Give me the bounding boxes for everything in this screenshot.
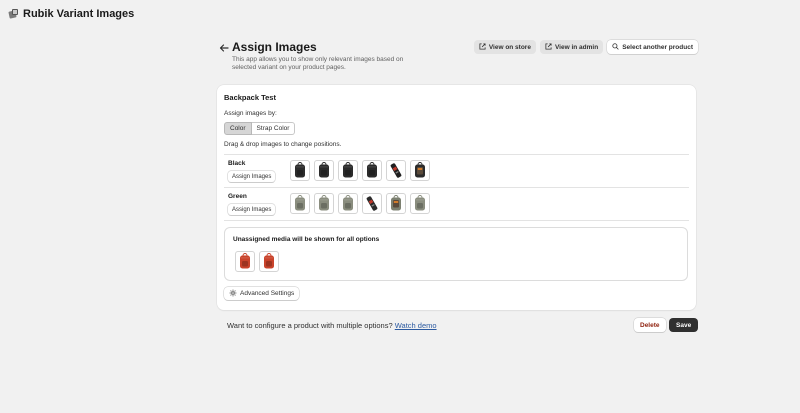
advanced-settings-label: Advanced Settings bbox=[240, 290, 295, 297]
product-thumbnail[interactable] bbox=[338, 160, 358, 181]
backpack-image bbox=[390, 163, 402, 178]
delete-button[interactable]: Delete bbox=[634, 318, 666, 332]
page-header: Assign Images This app allows you to sho… bbox=[218, 40, 698, 80]
divider bbox=[224, 220, 689, 221]
assign-images-card: Backpack Test Assign images by: Color St… bbox=[217, 85, 696, 310]
product-thumbnail[interactable] bbox=[314, 193, 334, 214]
backpack-image bbox=[343, 195, 353, 211]
backpack-image bbox=[319, 162, 329, 178]
product-thumbnail[interactable] bbox=[362, 193, 382, 214]
option-strap-color-button[interactable]: Strap Color bbox=[251, 122, 296, 135]
external-link-icon bbox=[479, 42, 486, 52]
product-thumbnail[interactable] bbox=[362, 160, 382, 181]
product-thumbnail[interactable] bbox=[290, 160, 310, 181]
backpack-image bbox=[391, 195, 401, 211]
backpack-image bbox=[295, 195, 305, 211]
view-on-store-label: View on store bbox=[488, 43, 531, 51]
variant-name: Green bbox=[228, 193, 247, 200]
backpack-image bbox=[415, 195, 425, 211]
select-another-product-label: Select another product bbox=[622, 43, 693, 51]
drag-hint: Drag & drop images to change positions. bbox=[224, 141, 342, 148]
advanced-settings-button[interactable]: Advanced Settings bbox=[224, 287, 300, 300]
search-icon bbox=[612, 42, 619, 52]
product-thumbnail[interactable] bbox=[259, 251, 279, 272]
backpack-image bbox=[319, 195, 329, 211]
view-on-store-button[interactable]: View on store bbox=[473, 40, 536, 54]
divider bbox=[224, 187, 689, 188]
watch-demo-link[interactable]: Watch demo bbox=[395, 321, 437, 330]
variant-thumbnails bbox=[290, 193, 430, 214]
header-actions: View on store View in admin Select anoth… bbox=[473, 40, 698, 54]
view-in-admin-label: View in admin bbox=[554, 43, 599, 51]
app-title: Rubik Variant Images bbox=[23, 8, 135, 20]
arrow-left-icon[interactable] bbox=[218, 42, 230, 54]
backpack-image bbox=[367, 162, 377, 178]
app-bar: Rubik Variant Images bbox=[8, 8, 135, 20]
footer-help-text: Want to configure a product with multipl… bbox=[227, 321, 393, 330]
assign-images-button[interactable]: Assign Images bbox=[228, 171, 276, 182]
backpack-image bbox=[240, 253, 250, 269]
footer-help: Want to configure a product with multipl… bbox=[227, 321, 437, 330]
product-thumbnail[interactable] bbox=[410, 160, 430, 181]
page-title: Assign Images bbox=[232, 40, 317, 54]
assign-images-button[interactable]: Assign Images bbox=[228, 204, 276, 215]
product-thumbnail[interactable] bbox=[314, 160, 334, 181]
external-link-icon bbox=[545, 42, 552, 52]
unassigned-title: Unassigned media will be shown for all o… bbox=[233, 236, 380, 243]
product-thumbnail[interactable] bbox=[235, 251, 255, 272]
variant-thumbnails bbox=[290, 160, 430, 181]
save-button[interactable]: Save bbox=[669, 318, 699, 332]
product-name: Backpack Test bbox=[224, 93, 276, 102]
unassigned-thumbnails bbox=[235, 251, 279, 272]
backpack-image bbox=[366, 196, 378, 211]
divider bbox=[224, 154, 689, 155]
unassigned-media-box: Unassigned media will be shown for all o… bbox=[224, 227, 688, 281]
product-thumbnail[interactable] bbox=[290, 193, 310, 214]
app-logo-icon bbox=[8, 9, 19, 19]
backpack-image bbox=[343, 162, 353, 178]
page-subtitle: This app allows you to show only relevan… bbox=[232, 56, 404, 71]
product-thumbnail[interactable] bbox=[410, 193, 430, 214]
backpack-image bbox=[295, 162, 305, 178]
product-thumbnail[interactable] bbox=[338, 193, 358, 214]
product-thumbnail[interactable] bbox=[386, 193, 406, 214]
select-another-product-button[interactable]: Select another product bbox=[607, 40, 698, 54]
option-color-button[interactable]: Color bbox=[224, 122, 252, 135]
option-toggle: Color Strap Color bbox=[224, 122, 296, 135]
assign-by-label: Assign images by: bbox=[224, 110, 277, 117]
backpack-image bbox=[415, 162, 425, 178]
view-in-admin-button[interactable]: View in admin bbox=[539, 40, 604, 54]
variant-name: Black bbox=[228, 160, 246, 167]
gear-icon bbox=[229, 289, 237, 299]
product-thumbnail[interactable] bbox=[386, 160, 406, 181]
backpack-image bbox=[264, 253, 274, 269]
